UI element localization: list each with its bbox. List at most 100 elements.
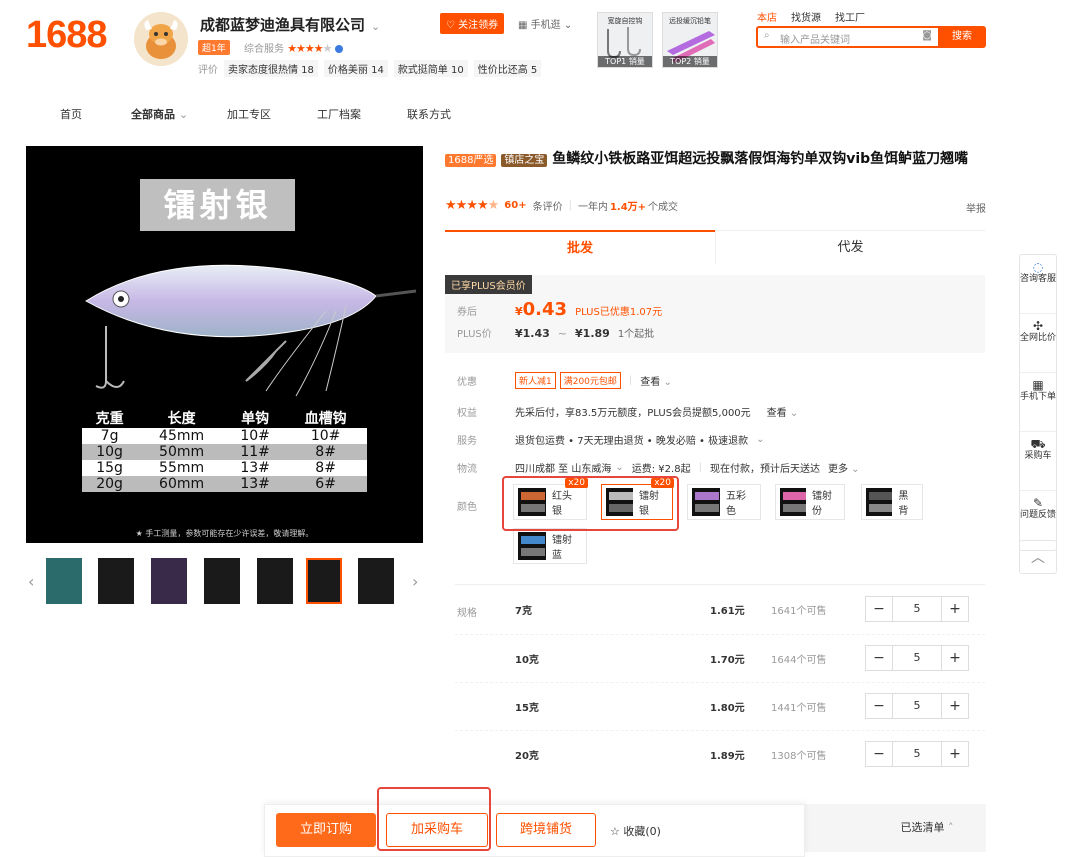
link-find-factory[interactable]: 找工厂	[835, 9, 865, 24]
color-option-multicolor[interactable]: 五彩色	[687, 484, 761, 520]
prev-arrow-icon[interactable]: ‹	[28, 572, 34, 591]
favorite-button[interactable]: ☆ 收藏(0)	[610, 823, 661, 839]
qr-icon: ▦	[1032, 378, 1044, 392]
promo-tag[interactable]: 满200元包邮	[559, 372, 621, 389]
color-swatch	[780, 488, 806, 516]
nav-home[interactable]: 首页	[60, 106, 82, 122]
color-label: 颜色	[457, 502, 477, 513]
color-swatch	[518, 532, 546, 560]
thumbnail[interactable]	[98, 558, 134, 604]
thumbnail[interactable]	[257, 558, 293, 604]
color-option-laser-blue[interactable]: 镭射蓝	[513, 528, 587, 564]
plus-button[interactable]: +	[942, 694, 968, 718]
nav-factory[interactable]: 工厂档案	[317, 106, 361, 122]
quantity-stepper[interactable]: −5 +	[865, 645, 969, 671]
chevron-up-icon: ˄	[948, 821, 954, 834]
spec-row: 20克 1.89元 1308个可售 −5 +	[455, 730, 985, 778]
product-title: 1688严选 镇店之宝 鱼鳞纹小铁板路亚饵超远投飘落假饵海钓单双钩vib鱼饵鲈蓝…	[445, 148, 985, 172]
puzzle-icon: ✣	[1032, 319, 1044, 333]
tab-dropship[interactable]: 代发	[715, 230, 985, 264]
side-mobile-order[interactable]: ▦ 手机下单	[1020, 373, 1056, 432]
color-highlight-box	[502, 476, 679, 531]
order-now-button[interactable]: 立即订购	[276, 813, 376, 847]
quantity-stepper[interactable]: −5 +	[865, 741, 969, 767]
color-option-laser-pink[interactable]: 镭射份	[775, 484, 845, 520]
link-this-shop[interactable]: 本店	[757, 9, 777, 24]
side-customer-service[interactable]: ◌ 咨询客服	[1020, 255, 1056, 314]
nav-all-products[interactable]: 全部商品 ⌄	[131, 106, 188, 122]
minus-button[interactable]: −	[866, 742, 892, 766]
nav-contact[interactable]: 联系方式	[407, 106, 451, 122]
shop-name[interactable]: 成都蓝梦迪渔具有限公司 ⌄	[200, 14, 380, 35]
selected-list-button[interactable]: 已选清单 ˄	[868, 804, 986, 852]
main-product-image[interactable]: 镭射银 克重 长度 单钩 血槽钩 7g 45mm 10# 10# 10g 50mm 11#…	[26, 146, 423, 543]
bottom-spacer	[805, 804, 868, 852]
quantity-stepper[interactable]: −5 +	[865, 596, 969, 622]
side-price-compare[interactable]: ✣ 全网比价	[1020, 314, 1056, 373]
minus-button[interactable]: −	[866, 597, 892, 621]
logistics-row: 物流 四川成都 至 山东威海 ⌄ 运费: ¥2.8起 | 现在付款，预计后天送达…	[457, 460, 860, 475]
plus-button[interactable]: +	[942, 646, 968, 670]
thumbnail-selected[interactable]	[306, 558, 342, 604]
spec-divider	[455, 584, 985, 585]
quantity-input[interactable]: 5	[892, 646, 942, 670]
yanxuan-badge: 1688严选	[445, 154, 497, 167]
top2-product-thumb[interactable]: 远投缓沉铅笔 TOP2 销量	[662, 12, 718, 68]
thumbnail[interactable]	[204, 558, 240, 604]
cross-border-button[interactable]: 跨境铺货	[496, 813, 596, 847]
star-rating: ★★★★★	[287, 42, 332, 55]
nav-processing[interactable]: 加工专区	[227, 106, 271, 122]
heart-icon: ♡	[446, 20, 455, 31]
thumbnail[interactable]	[46, 558, 82, 604]
color-option-black-back[interactable]: 黑背	[861, 484, 923, 520]
minus-button[interactable]: −	[866, 646, 892, 670]
plus-price-row: PLUS价 ¥1.43 ~ ¥1.89 1个起批	[457, 327, 655, 340]
quantity-stepper[interactable]: −5 +	[865, 693, 969, 719]
side-cart[interactable]: ⛟ 采购车	[1020, 432, 1056, 491]
promo-view[interactable]: 查看 ⌄	[640, 373, 672, 388]
plus-button[interactable]: +	[942, 742, 968, 766]
thumbnail[interactable]	[151, 558, 187, 604]
cart-highlight-box	[377, 787, 491, 851]
service-rating: 综合服务 ★★★★★	[244, 40, 343, 55]
review-tag: 款式挺简单 10	[393, 60, 468, 77]
link-find-source[interactable]: 找货源	[791, 9, 821, 24]
rights-view[interactable]: 查看 ⌄	[767, 404, 799, 419]
treasure-badge: 镇店之宝	[501, 154, 548, 167]
promo-row: 优惠 新人减1 满200元包邮 | 查看 ⌄	[457, 372, 672, 389]
tab-wholesale[interactable]: 批发	[445, 230, 715, 264]
search-button[interactable]: 搜索	[938, 26, 986, 48]
star-icon: ☆	[610, 825, 620, 838]
quantity-input[interactable]: 5	[892, 742, 942, 766]
next-arrow-icon[interactable]: ›	[412, 572, 418, 591]
minus-button[interactable]: −	[866, 694, 892, 718]
search-input[interactable]: ⌕ 输入产品关键词 ◙	[756, 26, 940, 48]
review-tags: 评价 卖家态度很热情 18 价格美丽 14 款式挺简单 10 性价比还高 5	[198, 60, 542, 77]
review-tag: 卖家态度很热情 18	[224, 60, 318, 77]
plus-button[interactable]: +	[942, 597, 968, 621]
top-links: 本店 找货源 找工厂	[757, 9, 865, 24]
chevron-up-icon: ︿	[1031, 550, 1045, 566]
site-logo[interactable]: 1688	[26, 14, 108, 57]
quantity-input[interactable]: 5	[892, 597, 942, 621]
quantity-input[interactable]: 5	[892, 694, 942, 718]
review-tag: 性价比还高 5	[473, 60, 542, 77]
plus-member-tag: 已享PLUS会员价	[445, 275, 532, 294]
promo-tag[interactable]: 新人减1	[515, 372, 556, 389]
top1-product-thumb[interactable]: 宽旋自控钩 TOP1 销量	[597, 12, 653, 68]
more-logistics[interactable]: 更多 ⌄	[828, 460, 860, 475]
camera-icon[interactable]: ◙	[922, 30, 932, 41]
cart-icon: ⛟	[1030, 437, 1046, 451]
spec-row: 15克 1.80元 1441个可售 −5 +	[455, 682, 985, 730]
thumbnail[interactable]	[358, 558, 394, 604]
back-to-top-button[interactable]: ︿	[1019, 540, 1057, 574]
mobile-browse[interactable]: ▦ 手机逛 ⌄	[518, 16, 572, 31]
report-link[interactable]: 举报	[966, 200, 986, 215]
color-swatch	[866, 488, 893, 516]
chevron-down-icon: ⌄	[178, 108, 189, 121]
review-tag: 价格美丽 14	[323, 60, 388, 77]
follow-button[interactable]: ♡ 关注领券	[440, 13, 505, 34]
shop-avatar[interactable]	[134, 12, 188, 66]
purchase-tabs: 批发 代发	[445, 230, 985, 264]
service-row: 服务 退货包运费 • 7天无理由退货 • 晚发必赔 • 极速退款 ⌄	[457, 434, 765, 447]
